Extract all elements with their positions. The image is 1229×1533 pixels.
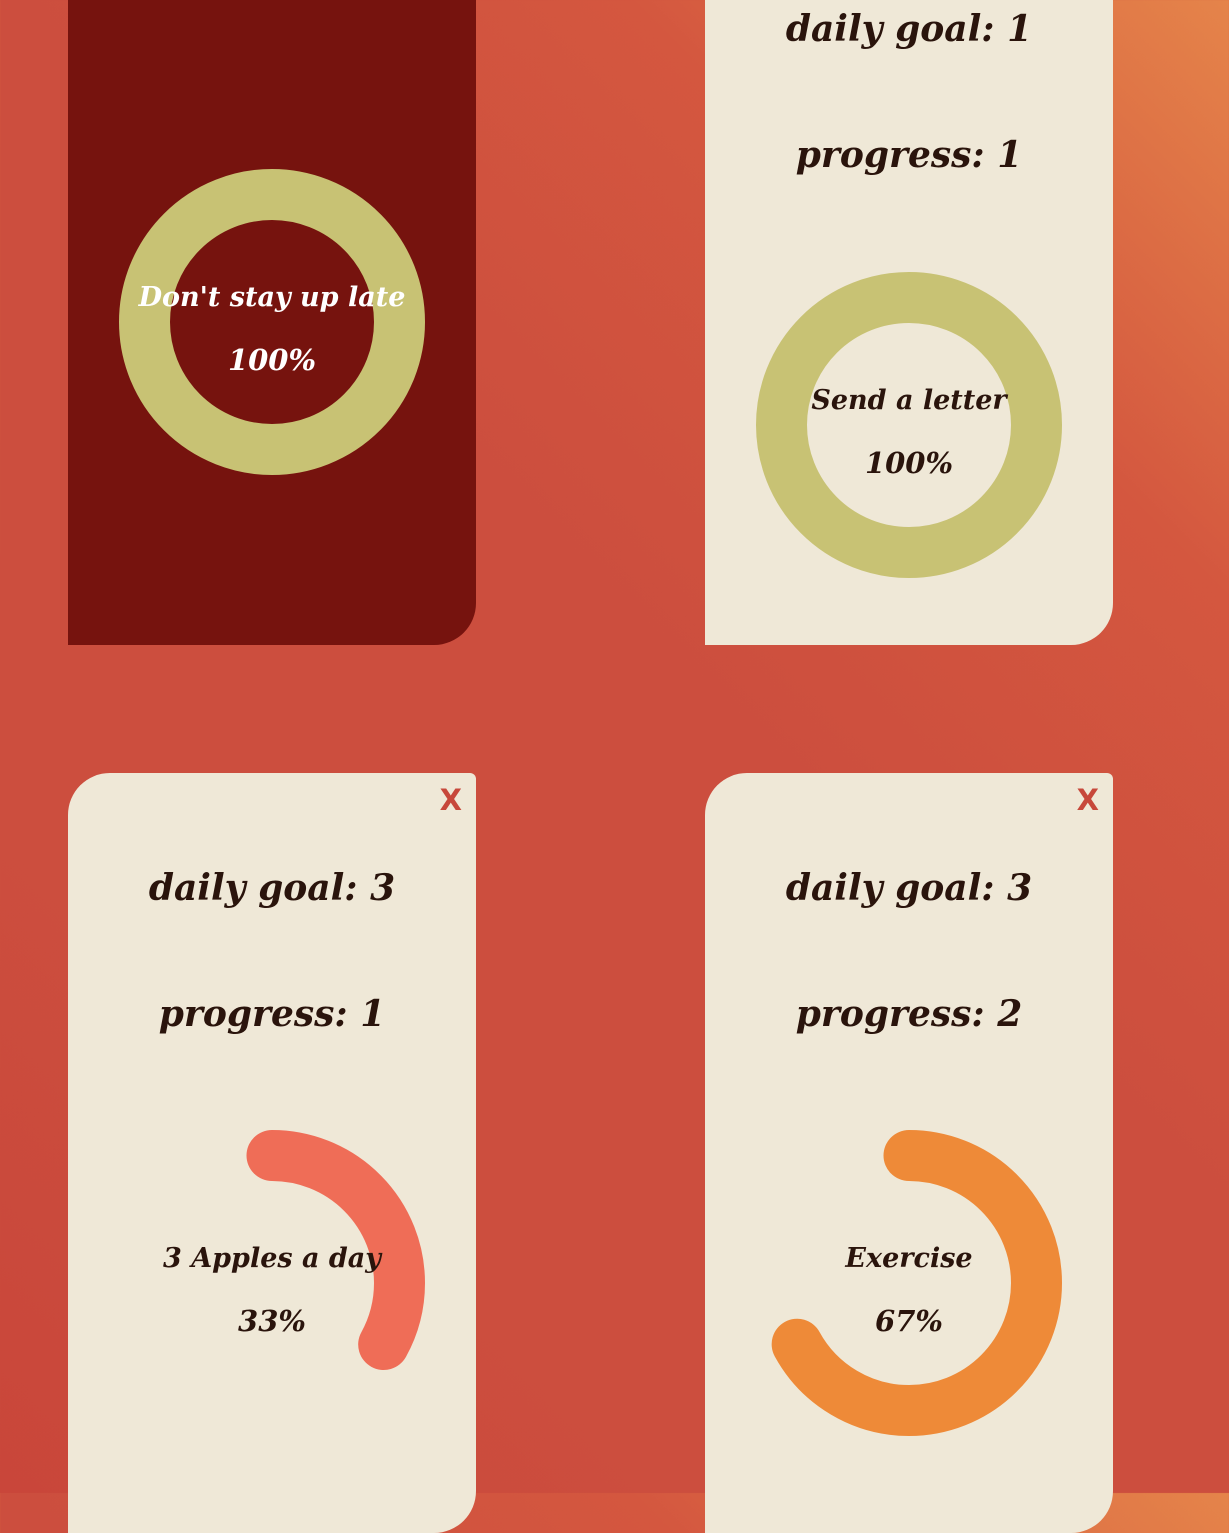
daily-goal-label: daily goal: 3 (785, 867, 1033, 909)
habit-name: Send a letter (811, 385, 1007, 416)
habit-card-3-apples-a-day[interactable]: X daily goal: 3 progress: 1 3 Apples a d… (68, 773, 476, 1533)
habit-name: Exercise (845, 1243, 973, 1274)
progress-ring (756, 272, 1062, 578)
habit-percent: 33% (238, 1304, 306, 1338)
progress-label: progress: 2 (795, 993, 1023, 1035)
progress-ring-arc (756, 272, 1062, 578)
habit-percent: 67% (875, 1304, 943, 1338)
progress-label: progress: 1 (158, 993, 386, 1035)
progress-ring (756, 1130, 1062, 1436)
progress-label: progress: 1 (795, 134, 1023, 176)
habit-name: 3 Apples a day (163, 1243, 381, 1274)
progress-ring (119, 1130, 425, 1436)
progress-ring-arc (756, 1130, 1062, 1436)
delete-habit-button[interactable]: X (440, 783, 462, 817)
habit-card-exercise[interactable]: X daily goal: 3 progress: 2 Exercise 67% (705, 773, 1113, 1533)
progress-ring-arc (119, 169, 425, 475)
habit-percent: 100% (864, 446, 954, 480)
habit-card-send-a-letter[interactable]: daily goal: 1 progress: 1 Send a letter … (705, 0, 1113, 645)
habit-percent: 100% (227, 343, 317, 377)
habit-name: Don't stay up late (138, 282, 406, 313)
progress-ring (119, 169, 425, 475)
progress-ring-arc (119, 1130, 425, 1436)
daily-goal-label: daily goal: 3 (148, 867, 396, 909)
habit-card-dont-stay-up-late[interactable]: Don't stay up late 100% (68, 0, 476, 645)
daily-goal-label: daily goal: 1 (785, 8, 1033, 50)
delete-habit-button[interactable]: X (1077, 783, 1099, 817)
